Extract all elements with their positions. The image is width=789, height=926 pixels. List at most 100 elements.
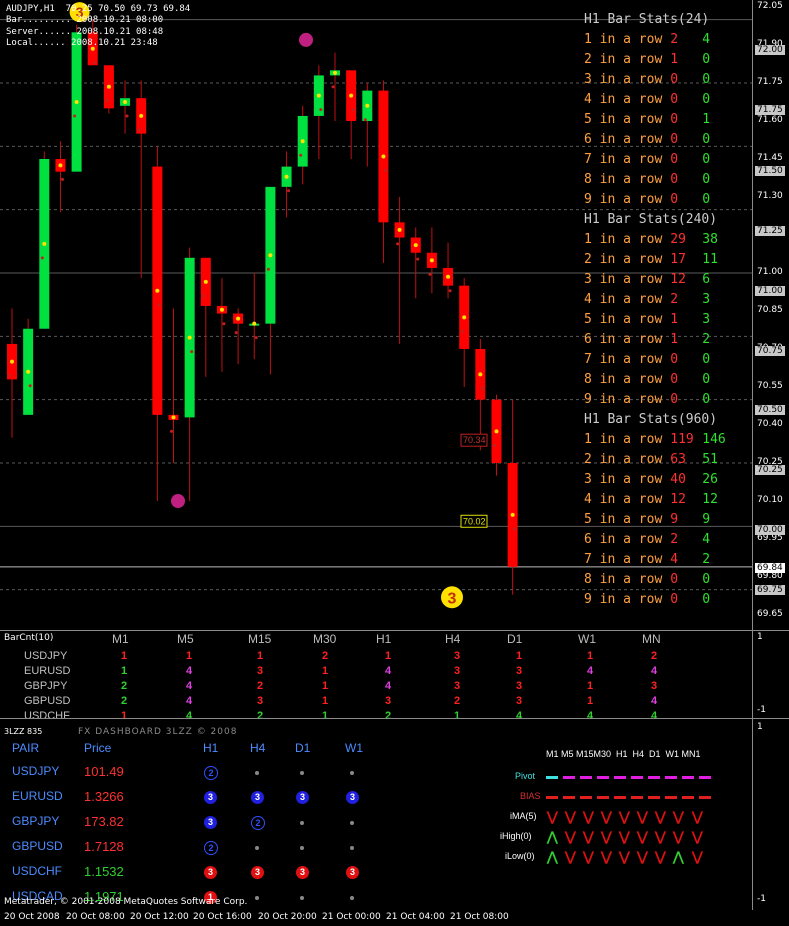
barcnt-value: 3 <box>515 680 523 692</box>
barcnt-value: 1 <box>586 680 594 692</box>
trend-dash-segment <box>682 796 694 799</box>
barcnt-timeframe-header: M30 <box>313 632 337 646</box>
ma-dot <box>383 168 387 172</box>
barcnt-value: 1 <box>185 650 193 662</box>
trend-row-label: Pivot <box>515 771 536 781</box>
stats-red-count: 17 <box>670 252 686 267</box>
stats-red-count: 0 <box>670 192 679 207</box>
price-tick-label: 72.05 <box>757 1 783 11</box>
dashboard-timeframe-header: D1 <box>295 741 311 755</box>
candle-midpoint-dot <box>429 258 434 263</box>
candle-midpoint-dot <box>10 359 14 364</box>
barcnt-value: 4 <box>185 665 193 677</box>
barcnt-symbol: GBPJPY <box>24 680 68 692</box>
barcnt-value: 2 <box>120 695 128 707</box>
stats-red-count: 0 <box>670 592 679 607</box>
stats-row-label: 4 in a row <box>584 292 663 307</box>
stats-row: 9 in a row 0 0 <box>584 592 710 607</box>
dashboard-pair-symbol[interactable]: EURUSD <box>12 789 63 803</box>
stats-row: 4 in a row 0 0 <box>584 92 710 107</box>
ma-dot <box>170 429 173 433</box>
dashboard-pair-symbol[interactable]: USDCHF <box>12 864 62 878</box>
fx-dashboard-pane[interactable]: 3LZZ 835 FX DASHBOARD 3LZZ © 2008 PAIR P… <box>0 718 789 911</box>
stats-row-label: 9 in a row <box>584 392 663 407</box>
local-time: Local...... 2008.10.21 23:48 <box>6 38 158 48</box>
barcnt-value: 3 <box>384 695 392 707</box>
signal-circle: 3 <box>251 791 264 804</box>
stats-row: 4 in a row 12 12 <box>584 492 718 507</box>
dashboard-scale-bottom: -1 <box>757 894 766 904</box>
candle-midpoint-dot <box>397 227 402 232</box>
barcnt-indicator-pane[interactable]: BarCnt(10) M1 M5 M15 M30 H1 H4 D1 W1 MN USDJPY 1 1 1… <box>0 630 789 722</box>
stats-row-label: 9 in a row <box>584 192 663 207</box>
stats-green-count: 3 <box>702 292 711 307</box>
stats-green-count: 0 <box>702 192 711 207</box>
stats-row: 8 in a row 0 0 <box>584 172 710 187</box>
stats-red-count: 0 <box>670 152 679 167</box>
server-time: Server...... 2008.10.21 08:48 <box>6 27 164 37</box>
trend-dash-segment <box>631 776 643 779</box>
stats-green-count: 51 <box>702 452 718 467</box>
candle-midpoint-dot <box>26 369 31 374</box>
ma-dot <box>396 242 400 246</box>
barcnt-value: 4 <box>384 680 392 692</box>
ma-dot <box>190 350 194 354</box>
stats-row-label: 8 in a row <box>584 372 663 387</box>
barcnt-timeframe-header: M15 <box>248 632 272 646</box>
stats-green-count: 0 <box>702 572 711 587</box>
stats-green-count: 2 <box>702 552 711 567</box>
dashboard-pair-symbol[interactable]: USDJPY <box>12 764 59 778</box>
stats-green-count: 4 <box>702 532 711 547</box>
ma-dot <box>28 384 32 388</box>
trend-arrow-down-icon: ⋁ <box>619 849 630 864</box>
trend-arrow-down-icon: ⋁ <box>583 829 594 844</box>
ma-dot <box>493 443 496 447</box>
stats-green-count: 0 <box>702 172 711 187</box>
trend-dash-segment <box>597 796 609 799</box>
trend-dash-segment <box>648 796 660 799</box>
stats-green-count: 3 <box>702 312 711 327</box>
ma-dot <box>266 267 270 271</box>
stats-row: 3 in a row 12 6 <box>584 272 710 287</box>
barcnt-value: 1 <box>586 695 594 707</box>
trend-arrow-down-icon: ⋁ <box>655 829 666 844</box>
stats-row: 4 in a row 2 3 <box>584 292 710 307</box>
stats-row: 2 in a row 1 0 <box>584 52 710 67</box>
stats-red-count: 12 <box>670 272 686 287</box>
signal-circle: 3 <box>204 816 217 829</box>
signal-neutral-dot <box>255 896 259 900</box>
stats-row: 9 in a row 0 0 <box>584 192 710 207</box>
stats-red-count: 0 <box>670 92 679 107</box>
candle-midpoint-dot <box>106 84 111 89</box>
barcnt-timeframe-header: M5 <box>177 632 194 646</box>
zigzag-pink-marker <box>171 494 185 508</box>
stats-red-count: 9 <box>670 512 679 527</box>
level-price-box: 71.00 <box>755 286 785 296</box>
stats-row: 5 in a row 1 3 <box>584 312 710 327</box>
stats-row-label: 5 in a row <box>584 112 663 127</box>
stats-green-count: 0 <box>702 132 711 147</box>
dashboard-timeframe-header: W1 <box>345 741 363 755</box>
trend-arrow-down-icon: ⋁ <box>637 849 648 864</box>
barcnt-value: 1 <box>321 665 329 677</box>
dashboard-pair-symbol[interactable]: GBPUSD <box>12 839 63 853</box>
candle-midpoint-dot <box>42 241 47 246</box>
price-tick-label: 71.60 <box>757 115 783 125</box>
signal-neutral-dot <box>255 846 259 850</box>
stats-green-count: 0 <box>702 52 711 67</box>
trend-arrow-down-icon: ⋁ <box>547 809 558 824</box>
price-chart-pane[interactable]: 3 3 70.34 70.02 AUDJPY,H1 70.25 70.50 69.73… <box>0 0 789 628</box>
stats-row: 2 in a row 17 11 <box>584 252 718 267</box>
dashboard-pair-symbol[interactable]: GBPJPY <box>12 814 59 828</box>
dashboard-timeframe-header: H4 <box>250 741 266 755</box>
stats-green-count: 11 <box>702 252 718 267</box>
trend-dash-segment <box>665 796 677 799</box>
candle-midpoint-dot <box>510 512 515 517</box>
price-tick-label: 70.10 <box>757 495 783 505</box>
level-price-box: 71.75 <box>755 105 785 115</box>
price-tick-label: 71.75 <box>757 77 783 87</box>
stats-row: 6 in a row 0 0 <box>584 132 710 147</box>
signal-circle: 3 <box>346 866 359 879</box>
trend-row-label: iMA(5) <box>510 811 537 821</box>
trend-dash-segment <box>563 796 575 799</box>
